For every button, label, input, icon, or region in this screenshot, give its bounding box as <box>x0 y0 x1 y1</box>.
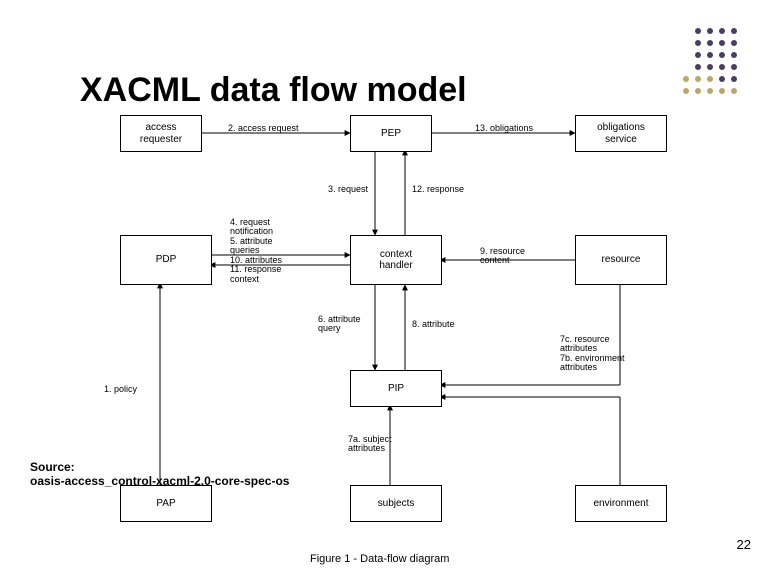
box-pdp: PDP <box>120 235 212 285</box>
slide-title: XACML data flow model <box>80 71 467 110</box>
box-pap: PAP <box>120 485 212 522</box>
label-1-policy: 1. policy <box>104 385 137 394</box>
box-access-requester: accessrequester <box>120 115 202 152</box>
box-pep: PEP <box>350 115 432 152</box>
page-number: 22 <box>737 537 751 552</box>
label-6-attribute-query: 6. attributequery <box>318 315 361 334</box>
box-resource: resource <box>575 235 667 285</box>
label-12-response: 12. response <box>412 185 464 194</box>
label-13-obligations: 13. obligations <box>475 124 533 133</box>
box-context-handler: contexthandler <box>350 235 442 285</box>
figure-caption: Figure 1 - Data-flow diagram <box>310 553 449 565</box>
label-8-attribute: 8. attribute <box>412 320 455 329</box>
box-subjects: subjects <box>350 485 442 522</box>
box-pip: PIP <box>350 370 442 407</box>
source-label: Source: <box>30 460 75 474</box>
label-7c-7b: 7c. resourceattributes7b. environmentatt… <box>560 335 625 373</box>
box-obligations-service: obligationsservice <box>575 115 667 152</box>
box-environment: environment <box>575 485 667 522</box>
label-3-request: 3. request <box>328 185 368 194</box>
source-citation: Source: oasis-access_control-xacml-2.0-c… <box>30 460 289 488</box>
source-text: oasis-access_control-xacml-2.0-core-spec… <box>30 474 289 488</box>
label-4-5-10-11: 4. requestnotification5. attributequerie… <box>230 218 282 284</box>
label-7a-subject-attributes: 7a. subjectattributes <box>348 435 392 454</box>
label-9-resource-content: 9. resourcecontent <box>480 247 525 266</box>
label-2-access-request: 2. access request <box>228 124 299 133</box>
title-decoration <box>627 28 737 100</box>
